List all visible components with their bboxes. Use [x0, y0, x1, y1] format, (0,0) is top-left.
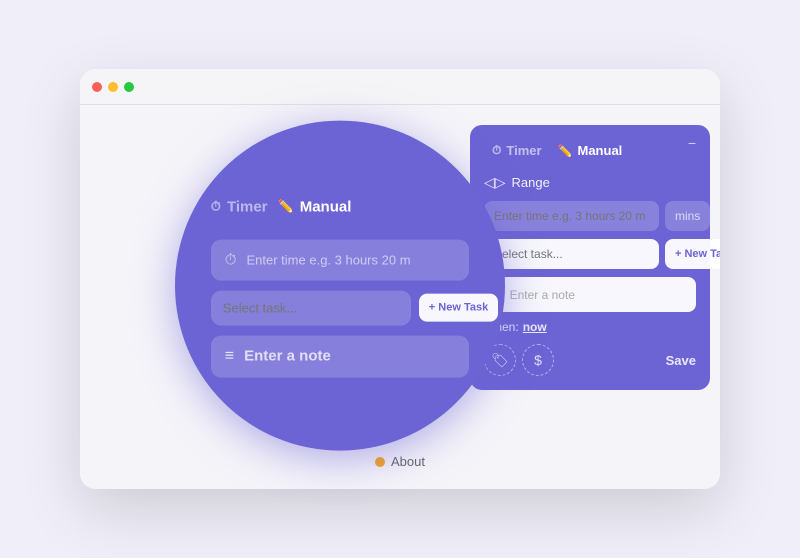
- mag-task-input[interactable]: [211, 290, 411, 325]
- app-wrapper: − ⏱ Timer ✏️ Manual ◁▷ Range: [60, 49, 740, 509]
- panel-bottom-row: 🏷 $ Save: [484, 344, 696, 376]
- mag-note-row[interactable]: ≡ Enter a note: [211, 335, 469, 377]
- dollar-icon: $: [534, 352, 542, 368]
- mag-timer-icon: ⏱: [211, 199, 221, 215]
- mag-tab-manual[interactable]: ✏️ Manual: [278, 194, 362, 219]
- tabs-row: ⏱ Timer ✏️ Manual: [484, 139, 696, 162]
- time-input-row: mins: [484, 201, 696, 231]
- browser-topbar: [80, 69, 720, 105]
- time-input[interactable]: [484, 201, 659, 231]
- tab-timer[interactable]: ⏱ Timer: [484, 139, 550, 162]
- pencil-icon: ✏️: [558, 144, 573, 158]
- mag-time-input[interactable]: ⏱ Enter time e.g. 3 hours 20 m: [211, 239, 469, 280]
- mag-clock-icon: ⏱: [225, 251, 237, 268]
- when-now-link[interactable]: now: [523, 320, 547, 334]
- mag-tab-timer[interactable]: ⏱ Timer: [211, 194, 278, 219]
- mag-new-task-button[interactable]: + New Task: [419, 294, 498, 322]
- time-panel: − ⏱ Timer ✏️ Manual ◁▷ Range: [470, 125, 710, 390]
- dollar-icon-button[interactable]: $: [522, 344, 554, 376]
- range-row: ◁▷ Range: [484, 174, 696, 191]
- mag-tabs: ⏱ Timer ✏️ Manual: [211, 194, 469, 219]
- magnify-circle: ⏱ Timer ✏️ Manual ⏱ Enter time e.g. 3 ho…: [175, 121, 505, 451]
- icon-buttons: 🏷 $: [484, 344, 554, 376]
- save-button[interactable]: Save: [666, 353, 696, 368]
- timer-icon: ⏱: [492, 143, 501, 158]
- mag-pencil-icon: ✏️: [278, 199, 294, 215]
- window-minimize-dot[interactable]: [108, 82, 118, 92]
- task-input[interactable]: [484, 239, 659, 269]
- about-label: About: [375, 454, 425, 469]
- tab-manual[interactable]: ✏️ Manual: [550, 139, 631, 162]
- tag-icon: 🏷: [491, 352, 509, 369]
- window-maximize-dot[interactable]: [124, 82, 134, 92]
- new-task-button[interactable]: + New Task: [665, 239, 720, 269]
- window-close-dot[interactable]: [92, 82, 102, 92]
- mag-note-icon: ≡: [225, 347, 234, 365]
- task-row: + New Task: [484, 239, 696, 269]
- volume-icon: ◁▷: [484, 174, 506, 191]
- when-row: When: now: [484, 320, 696, 334]
- mins-label: mins: [665, 201, 710, 231]
- note-field[interactable]: ≡ Enter a note: [484, 277, 696, 312]
- mag-task-row: + New Task: [211, 290, 469, 325]
- minimize-button[interactable]: −: [684, 135, 700, 151]
- about-dot: [375, 457, 385, 467]
